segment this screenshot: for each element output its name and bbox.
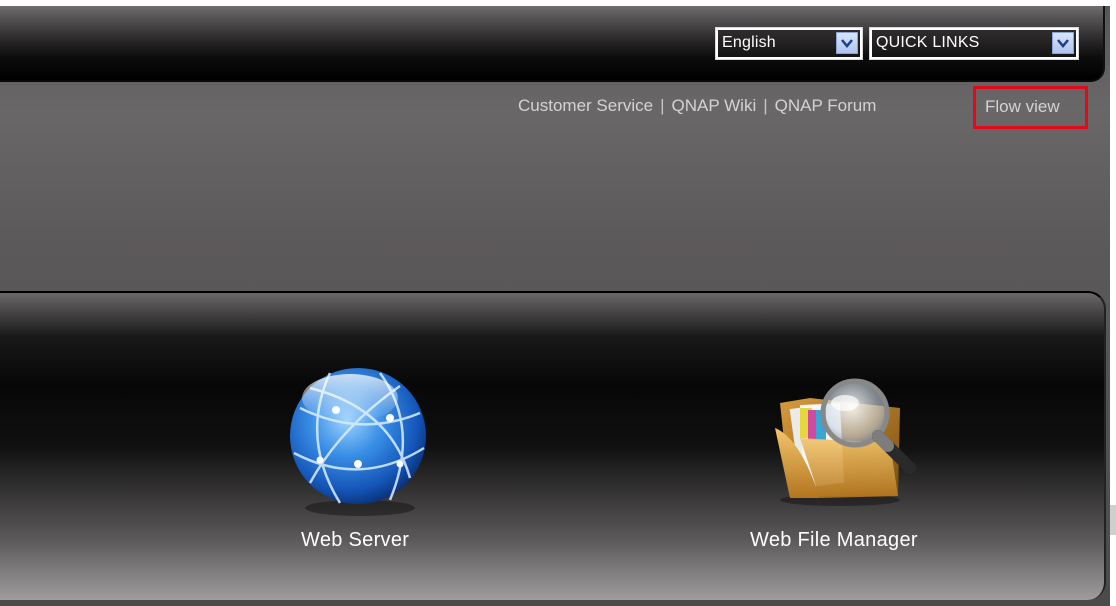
- link-separator: |: [660, 96, 665, 115]
- web-server-label[interactable]: Web Server: [301, 529, 409, 552]
- top-links: Customer Service | QNAP Wiki | QNAP Forum: [518, 96, 876, 116]
- customer-service-link[interactable]: Customer Service: [518, 96, 653, 115]
- qnap-forum-link[interactable]: QNAP Forum: [775, 96, 877, 115]
- chevron-down-icon[interactable]: [1052, 32, 1074, 54]
- qnap-wiki-link[interactable]: QNAP Wiki: [672, 96, 757, 115]
- web-server-app[interactable]: Web Server: [280, 368, 440, 563]
- quick-links-select-value: QUICK LINKS: [876, 34, 980, 51]
- flow-view-highlight[interactable]: Flow view: [973, 86, 1088, 129]
- chevron-down-icon[interactable]: [836, 32, 858, 54]
- language-select-value: English: [722, 34, 776, 51]
- quick-links-select[interactable]: QUICK LINKS: [869, 27, 1079, 60]
- link-separator: |: [763, 96, 768, 115]
- globe-icon[interactable]: [280, 368, 440, 518]
- header-bar: English QUICK LINKS: [0, 6, 1105, 82]
- scrollbar-thumb[interactable]: [1110, 505, 1116, 535]
- web-file-manager-app[interactable]: Web File Manager: [740, 368, 940, 563]
- language-select[interactable]: English: [715, 27, 863, 60]
- apps-panel: [0, 291, 1106, 600]
- flow-view-link[interactable]: Flow view: [985, 97, 1060, 117]
- folder-magnifier-icon[interactable]: [740, 368, 940, 518]
- page: English QUICK LINKS Customer Service | QNA…: [0, 0, 1116, 606]
- web-file-manager-label[interactable]: Web File Manager: [750, 529, 918, 552]
